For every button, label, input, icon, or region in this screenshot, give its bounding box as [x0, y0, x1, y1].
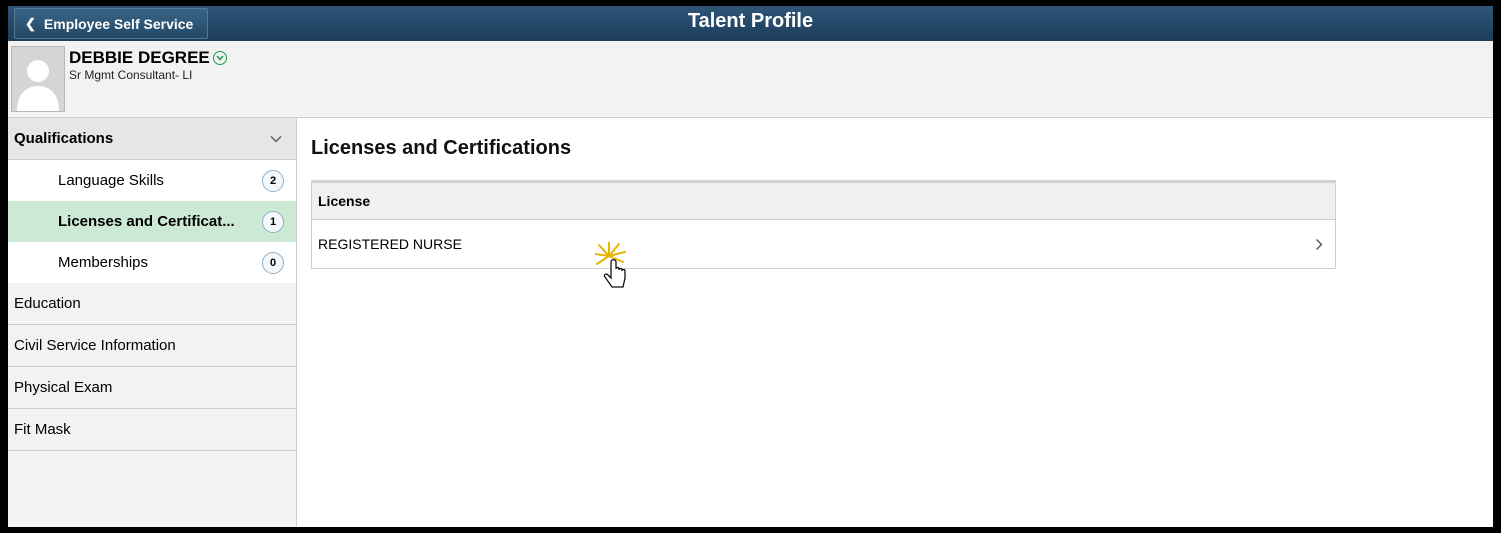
chevron-left-icon: ❮ — [25, 15, 36, 31]
sidebar-item-memberships[interactable]: Memberships 0 — [8, 242, 296, 283]
sidebar-item-fit-mask[interactable]: Fit Mask — [8, 409, 296, 451]
person-header: DEBBIE DEGREE Sr Mgmt Consultant- LI — [8, 41, 1493, 118]
back-button-label: Employee Self Service — [43, 15, 194, 32]
person-job-title: Sr Mgmt Consultant- LI — [69, 68, 193, 82]
back-button[interactable]: ❮ Employee Self Service — [14, 8, 209, 39]
count-badge: 1 — [262, 210, 284, 233]
sidebar-item-language-skills[interactable]: Language Skills 2 — [8, 160, 296, 201]
sidebar-item-label: Licenses and Certificat... — [58, 213, 235, 230]
sidebar-group-label: Qualifications — [14, 130, 114, 147]
person-name: DEBBIE DEGREE — [69, 48, 227, 68]
sidebar-item-civil-service-information[interactable]: Civil Service Information — [8, 325, 296, 367]
page-title: Talent Profile — [687, 10, 814, 32]
person-name-text: DEBBIE DEGREE — [69, 48, 210, 67]
sidebar-item-label: Language Skills — [58, 172, 164, 189]
count-badge: 2 — [262, 169, 284, 192]
sidebar: Qualifications Language Skills 2 License… — [8, 118, 297, 527]
person-silhouette-icon — [17, 60, 59, 111]
chevron-down-icon — [216, 55, 224, 61]
main-content: Licenses and Certifications License REGI… — [297, 118, 1493, 527]
sidebar-group-qualifications[interactable]: Qualifications — [8, 118, 296, 160]
count-badge: 0 — [262, 251, 284, 274]
licenses-grid: License REGISTERED NURSE — [311, 180, 1336, 269]
sidebar-item-label: Memberships — [58, 254, 149, 271]
chevron-down-icon — [270, 135, 282, 142]
app-frame: ❮ Employee Self Service Talent Profile D… — [0, 0, 1501, 533]
related-actions-button[interactable] — [212, 51, 227, 65]
sidebar-item-licenses-and-certifications[interactable]: Licenses and Certificat... 1 — [8, 201, 296, 242]
avatar — [11, 46, 65, 112]
section-title: Licenses and Certifications — [311, 137, 572, 159]
chevron-right-icon — [1316, 238, 1323, 250]
table-row[interactable]: REGISTERED NURSE — [312, 220, 1335, 268]
column-header-license: License — [312, 183, 1335, 220]
sidebar-item-education[interactable]: Education — [8, 283, 296, 325]
sidebar-item-physical-exam[interactable]: Physical Exam — [8, 367, 296, 409]
banner: ❮ Employee Self Service Talent Profile — [8, 6, 1493, 41]
license-cell: REGISTERED NURSE — [318, 236, 462, 252]
